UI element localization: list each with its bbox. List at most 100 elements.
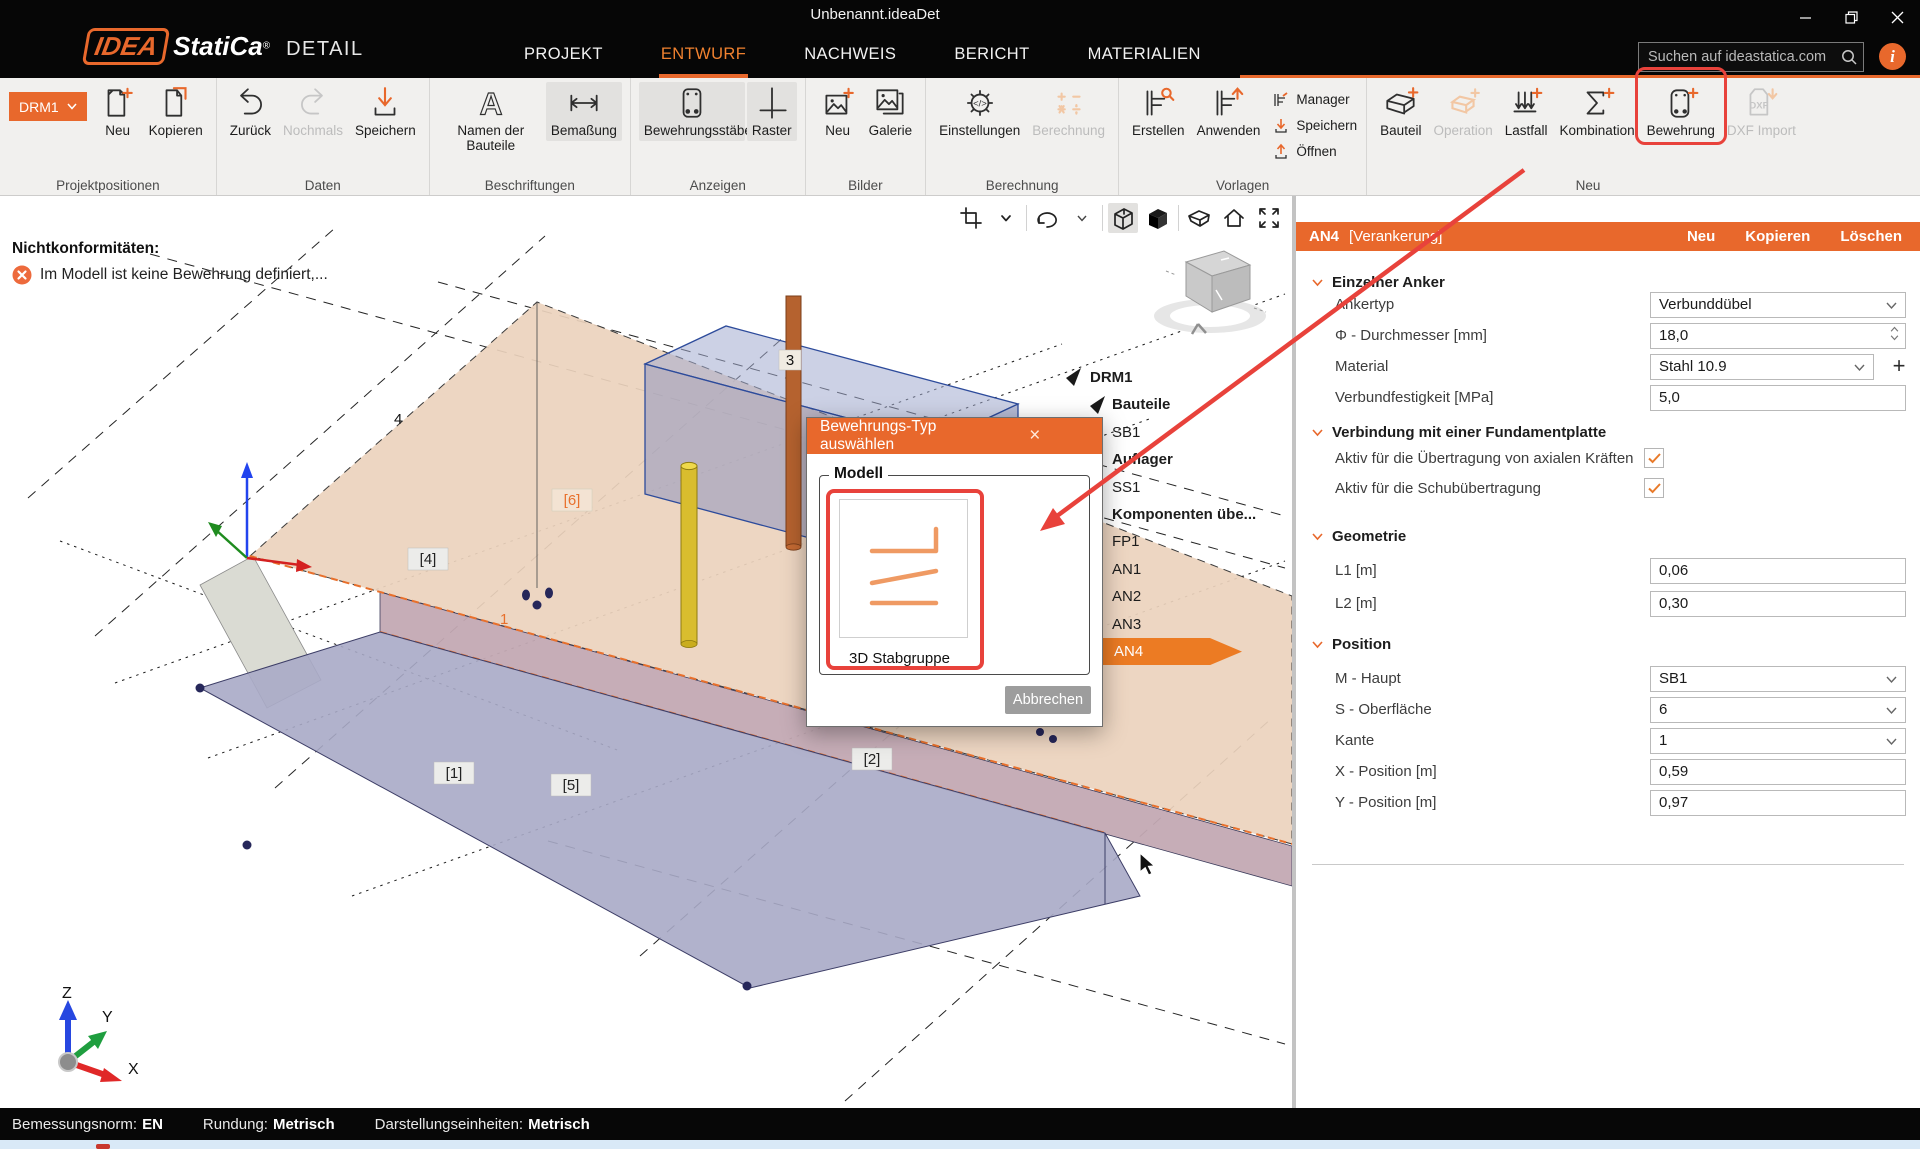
wireframe-view-button[interactable]: [1108, 203, 1138, 233]
search-input[interactable]: Suchen auf ideastatica.com: [1638, 42, 1864, 72]
rebar-display-button[interactable]: Bewehrungsstäbe: [639, 82, 745, 141]
home-view-button[interactable]: [1219, 203, 1249, 233]
x-position-input[interactable]: 0,59: [1650, 759, 1906, 785]
surface-select[interactable]: 6: [1650, 697, 1906, 723]
member-label-6: [6]: [564, 492, 581, 509]
tree-item-fp1[interactable]: FP1: [1088, 528, 1288, 555]
section-position[interactable]: Position: [1312, 636, 1391, 653]
template-open-button[interactable]: Öffnen: [1272, 140, 1357, 163]
tree-item-sb1[interactable]: SB1: [1088, 419, 1288, 446]
save-button[interactable]: Speichern: [350, 82, 421, 141]
rounding-status: Rundung:Metrisch: [203, 1116, 335, 1133]
settings-button[interactable]: </> Einstellungen: [934, 82, 1025, 141]
copy-icon: [157, 84, 195, 122]
spinner-buttons[interactable]: [1890, 326, 1899, 341]
svg-text:A: A: [479, 86, 502, 122]
zoom-extents-button[interactable]: [1254, 203, 1284, 233]
tree-item-auflager[interactable]: Auflager: [1088, 446, 1288, 473]
crop-dropdown-button[interactable]: [991, 203, 1021, 233]
ribbon-group-beschriftungen: A Namen der Bauteile Bemaßung Beschriftu…: [430, 78, 631, 195]
copy-position-button[interactable]: Kopieren: [144, 82, 208, 141]
tree-item-komponenten[interactable]: Komponenten übe...: [1088, 501, 1288, 528]
shear-transfer-checkbox[interactable]: [1644, 478, 1664, 498]
l2-input[interactable]: 0,30: [1650, 591, 1906, 617]
home-icon: [1221, 205, 1247, 231]
edge-select[interactable]: 1: [1650, 728, 1906, 754]
tree-item-an3[interactable]: AN3: [1088, 611, 1288, 638]
tree-item-an2[interactable]: AN2: [1088, 583, 1288, 610]
group-caption: Daten: [217, 178, 429, 193]
crop-view-button[interactable]: [956, 203, 986, 233]
panel-copy-button[interactable]: Kopieren: [1745, 228, 1810, 245]
diameter-spinner[interactable]: 18,0: [1650, 323, 1906, 349]
l1-input[interactable]: 0,06: [1650, 558, 1906, 584]
gallery-button[interactable]: Galerie: [864, 82, 918, 141]
new-position-button[interactable]: Neu: [94, 82, 142, 141]
navigation-cube[interactable]: [1146, 238, 1278, 342]
axial-transfer-checkbox[interactable]: [1644, 448, 1664, 468]
group-caption: Berechnung: [926, 178, 1118, 193]
member-names-button[interactable]: A Namen der Bauteile: [438, 82, 544, 156]
property-row: Material Stahl 10.9 +: [1296, 354, 1920, 382]
section-verbindung-fundamentplatte[interactable]: Verbindung mit einer Fundamentplatte: [1312, 424, 1606, 441]
anchor-type-select[interactable]: Verbunddübel: [1650, 292, 1906, 318]
rotate-view-button[interactable]: [1032, 203, 1062, 233]
undo-button[interactable]: Zurück: [225, 82, 276, 141]
ribbon-group-berechnung: </> Einstellungen Berechnung Berechnung: [926, 78, 1119, 195]
app-logo: IDEAStatiCa®DETAIL: [85, 28, 364, 65]
template-create-button[interactable]: Erstellen: [1127, 82, 1190, 141]
new-reinforcement-button[interactable]: Bewehrung: [1642, 82, 1720, 141]
tab-materialien[interactable]: MATERIALIEN: [1086, 37, 1203, 78]
panel-new-button[interactable]: Neu: [1687, 228, 1715, 245]
new-picture-button[interactable]: Neu: [814, 82, 862, 141]
logo-statica: StatiCa: [173, 31, 263, 61]
panel-delete-button[interactable]: Löschen: [1840, 228, 1902, 245]
dialog-close-button[interactable]: ×: [955, 425, 1103, 447]
restore-button[interactable]: [1828, 0, 1874, 34]
clip-plane-button[interactable]: [1184, 203, 1214, 233]
new-member-button[interactable]: Bauteil: [1375, 82, 1426, 141]
cancel-button[interactable]: Abbrechen: [1005, 686, 1091, 714]
tree-item-drm1[interactable]: DRM1: [1088, 364, 1288, 391]
crop-icon: [958, 205, 984, 231]
minimize-button[interactable]: [1782, 0, 1828, 34]
info-button[interactable]: i: [1879, 43, 1906, 70]
tree-item-an4-selected[interactable]: AN4: [1088, 638, 1242, 665]
dimension-button[interactable]: Bemaßung: [546, 82, 622, 141]
title-bar: Unbenannt.ideaDet IDEAStatiCa®DETAIL PRO…: [0, 0, 1920, 78]
dialog-title-bar: Bewehrungs-Typ auswählen ×: [807, 418, 1102, 454]
template-manager-button[interactable]: Manager: [1272, 88, 1357, 111]
property-row: L1 [m] 0,06: [1296, 558, 1920, 586]
solid-view-button[interactable]: [1143, 203, 1173, 233]
selected-item-type: [Verankerung]: [1349, 228, 1442, 245]
add-material-button[interactable]: +: [1886, 353, 1912, 379]
member-label-5: [5]: [563, 777, 580, 794]
dimension-arrows-icon: [565, 84, 603, 122]
tree-item-bauteile[interactable]: Bauteile: [1088, 391, 1288, 418]
tab-nachweis[interactable]: NACHWEIS: [802, 37, 898, 78]
tree-item-an1[interactable]: AN1: [1088, 556, 1288, 583]
ribbon-group-anzeigen: Bewehrungsstäbe Raster Anzeigen: [631, 78, 806, 195]
material-select[interactable]: Stahl 10.9: [1650, 354, 1874, 380]
y-position-input[interactable]: 0,97: [1650, 790, 1906, 816]
new-load-case-button[interactable]: Lastfall: [1500, 82, 1553, 141]
section-einzelner-anker[interactable]: Einzelner Anker: [1312, 274, 1445, 291]
rotate-dropdown-button[interactable]: [1067, 203, 1097, 233]
project-position-selector[interactable]: DRM1: [9, 92, 87, 121]
template-save-button[interactable]: Speichern: [1272, 114, 1357, 137]
axis-x-label: X: [128, 1061, 139, 1078]
tab-bericht[interactable]: BERICHT: [952, 37, 1031, 78]
close-button[interactable]: [1874, 0, 1920, 34]
redo-icon: [294, 84, 332, 122]
tree-item-ss1[interactable]: SS1: [1088, 474, 1288, 501]
bond-strength-input[interactable]: 5,0: [1650, 385, 1906, 411]
template-apply-button[interactable]: Anwenden: [1192, 82, 1266, 141]
main-member-select[interactable]: SB1: [1650, 666, 1906, 692]
rebar-type-tile-3d-stabgruppe[interactable]: [839, 499, 968, 638]
section-geometrie[interactable]: Geometrie: [1312, 528, 1406, 545]
tab-entwurf[interactable]: ENTWURF: [659, 37, 748, 78]
tab-projekt[interactable]: PROJEKT: [522, 37, 605, 78]
property-row: M - Haupt SB1: [1296, 666, 1920, 694]
grid-display-button[interactable]: Raster: [747, 82, 797, 141]
new-combination-button[interactable]: Kombination: [1555, 82, 1640, 141]
